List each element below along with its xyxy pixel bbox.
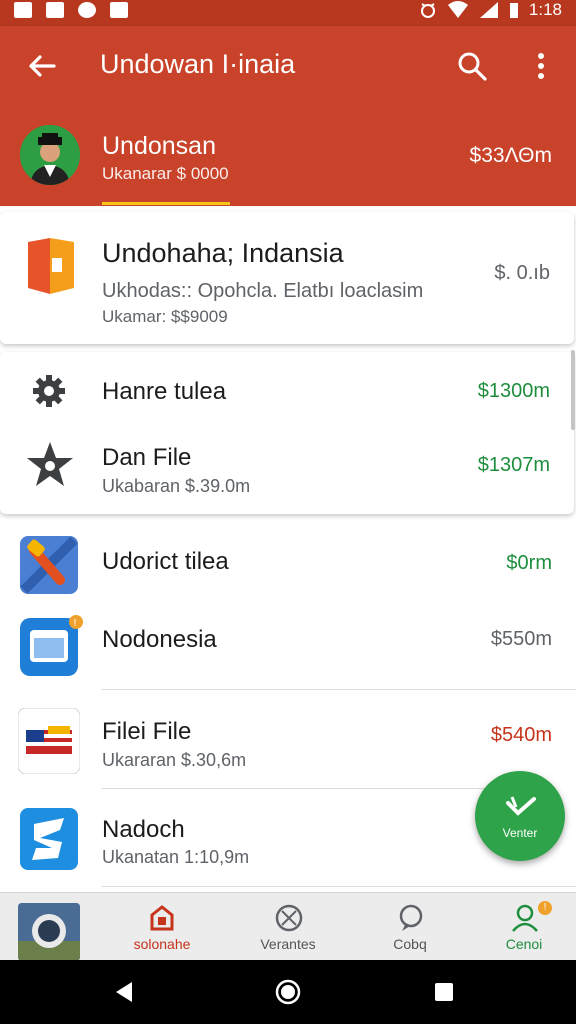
chat-icon [399,904,423,931]
nav-home[interactable]: solonahe [102,893,222,961]
app-bar: Undowan I·inaia [0,26,576,106]
list-item[interactable]: Dan File Ukabaran $.39.0m $1307m [0,430,574,514]
list-item-title: Dan File [102,444,192,471]
list-item-subtitle: Ukanatan 1:10,9m [102,847,250,867]
gallery-notification-icon [14,2,32,18]
list-item-title: Hanre tulea [102,378,227,405]
bottom-navigation: solonahe Verantes Cobq ! Cenoi [0,892,576,961]
featured-amount: $. 0.ıb [494,262,550,284]
list-item-subtitle: Ukabaran $.39.0m [102,476,251,496]
fab-label: Venter [502,826,538,840]
message-notification-icon [110,2,128,18]
nav-verantes-label: Verantes [260,936,316,952]
page-title: Undowan I·inaia [100,49,296,79]
list-item[interactable]: Hanre tulea $1300m [0,352,574,430]
system-home-icon[interactable] [274,978,302,1006]
list-divider [102,689,576,690]
featured-title: Undohaha; Indansia [102,238,344,268]
nav-cobq[interactable]: Cobq [350,893,470,961]
system-recents-icon[interactable] [434,982,454,1002]
nav-cobq-label: Cobq [393,936,427,952]
wifi-icon [447,1,468,18]
list-item-amount: $540m [490,724,552,746]
account-amount: $33ΛΘm [469,144,552,167]
hammer-app-icon [20,536,78,594]
app-notification-icon [78,2,96,18]
active-tab-indicator [102,202,230,205]
list-item-title: Nodonesia [102,626,217,653]
nav-cenoi[interactable]: ! Cenoi [464,893,576,961]
status-bar: 1:18 [0,0,576,26]
system-back-icon[interactable] [112,980,136,1004]
alarm-icon [420,3,435,18]
list-item[interactable]: ! Nodonesia $550m [0,608,576,688]
list-divider [102,788,496,789]
star-icon [27,442,73,486]
battery-icon [509,3,518,18]
list-item-subtitle: Ukararan $.30,6m [102,750,247,770]
home-icon [150,905,174,931]
photo-thumbnail[interactable] [18,903,80,961]
scrollbar[interactable] [571,350,575,430]
account-header[interactable]: Undonsan Ukanarar $ 0000 $33ΛΘm [0,106,576,206]
list-item-title: Filei File [102,718,192,745]
list-item-amount: $0rm [506,552,552,574]
folder-app-icon [28,238,74,294]
search-icon[interactable] [454,48,490,84]
system-navigation-bar [0,960,576,1024]
settings-card: Hanre tulea $1300m Dan File Ukabaran $.3… [0,352,574,514]
list-item-amount: $1307m [477,454,550,476]
account-subtitle: Ukanarar $ 0000 [102,164,229,183]
nav-home-label: solonahe [133,936,191,952]
more-options-icon[interactable] [526,48,556,84]
list-item[interactable]: Filei File Ukararan $.30,6m $540m [0,700,576,786]
person-icon [512,904,538,932]
avatar [20,125,80,185]
gear-icon [33,375,65,407]
account-name: Undonsan [102,132,216,160]
signal-icon [479,2,498,18]
compass-icon [275,904,303,932]
send-icon [506,796,536,816]
notification-badge: ! [538,901,552,915]
nav-cenoi-label: Cenoi [505,936,543,952]
list-item-amount: $550m [490,628,552,650]
list-item-title: Udorict tilea [102,548,229,575]
list-item-title: Nadoch [102,816,185,843]
featured-subtitle: Ukhodas:: Opohcla. Elatbı loaclasim [102,280,424,302]
list-item-amount: $1300m [477,380,550,402]
nav-verantes[interactable]: Verantes [228,893,348,961]
svg-text:!: ! [73,618,77,629]
list-divider [102,886,576,887]
featured-card[interactable]: Undohaha; Indansia Ukhodas:: Opohcla. El… [0,212,574,344]
list-item[interactable]: Udorict tilea $0rm [0,530,576,596]
image-notification-icon [46,2,64,18]
back-arrow-icon[interactable] [24,48,60,84]
fab-button[interactable]: Venter [475,771,565,861]
window-app-icon: ! [20,615,83,676]
s-app-icon [20,808,78,870]
status-time: 1:18 [528,0,562,19]
flag-app-icon [18,708,80,774]
featured-detail: Ukamar: $$9009 [102,307,228,326]
